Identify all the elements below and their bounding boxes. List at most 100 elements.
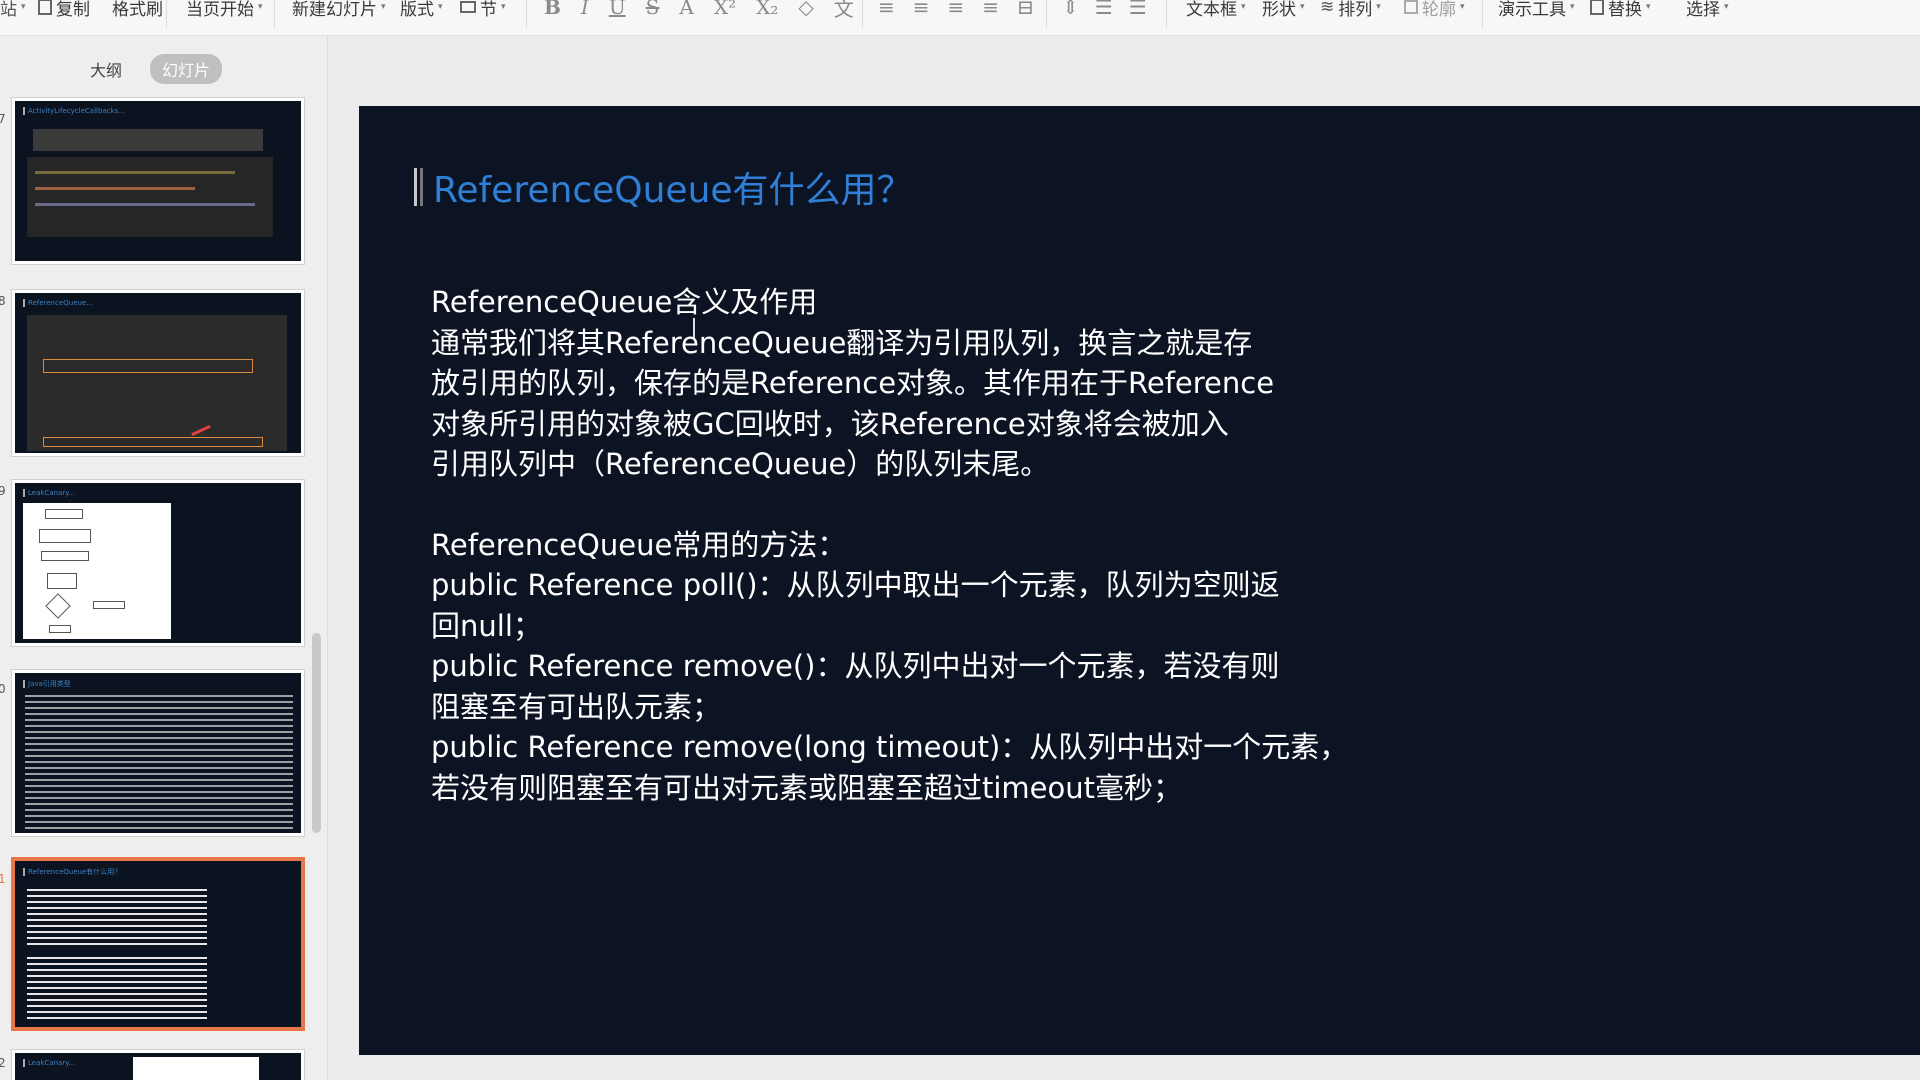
thumb-title: LeakCanary... [23, 1059, 75, 1067]
select-button[interactable]: 选择 ▾ [1686, 0, 1729, 20]
chevron-down-icon: ▾ [1724, 2, 1729, 12]
italic-button[interactable]: I [581, 0, 589, 19]
new-slide-button[interactable]: 新建幻灯片 ▾ [292, 0, 386, 20]
align-center-icon[interactable]: ≡ [913, 0, 930, 19]
section-button[interactable]: 节 ▾ [460, 0, 506, 20]
flow-box [93, 601, 125, 609]
align-right-icon[interactable]: ≡ [948, 0, 965, 19]
present-tools-button[interactable]: 演示工具 ▾ [1498, 0, 1575, 20]
flow-box [49, 625, 71, 633]
code-block [27, 157, 273, 237]
body-line: public Reference remove(long timeout)：从队… [431, 730, 1349, 764]
ribbon-toolbar: 站 ▾ 复制 格式刷 当页开始 ▾ 新建幻灯片 ▾ 版式 ▾ 节 ▾ B I U S A … [0, 0, 1920, 36]
slide-number: 9 [0, 484, 6, 498]
justify-icon[interactable]: ≡ [982, 0, 999, 19]
thumb-title: ReferenceQueue... [23, 299, 93, 307]
thumb-title: ActivityLifecycleCallbacks... [23, 107, 125, 115]
bullet-list-icon[interactable]: ☰ [1095, 0, 1113, 19]
thumb-title: ReferenceQueue有什么用？ [23, 867, 121, 877]
body-line: 若没有则阻塞至有可出对元素或阻塞至超过timeout毫秒； [431, 770, 1183, 805]
text-cursor [693, 318, 695, 338]
shape-button[interactable]: 形状 ▾ [1262, 0, 1305, 20]
slide-title[interactable]: ReferenceQueue有什么用？ [414, 161, 913, 213]
tab-outline[interactable]: 大纲 [78, 54, 134, 84]
layout-button[interactable]: 版式 ▾ [400, 0, 443, 20]
paste-dropdown[interactable]: 站 ▾ [0, 0, 26, 20]
body-line: ReferenceQueue常用的方法： [431, 527, 847, 562]
chevron-down-icon: ▾ [1376, 2, 1381, 12]
font-color-button[interactable]: A [679, 0, 693, 19]
slide-thumbnail-panel: 大纲 幻灯片 7 ActivityLifecycleCallbacks... 8… [0, 36, 328, 1080]
code-line [35, 187, 195, 190]
thumb-title: Java引用类型 [23, 679, 71, 689]
format-painter-button[interactable]: 格式刷 [112, 0, 163, 20]
font-format-group: B I U S A X² X₂ ◇ 文 [544, 0, 854, 22]
text-lines [25, 695, 293, 831]
slide-number: 7 [0, 112, 6, 126]
subscript-button[interactable]: X₂ [756, 0, 778, 19]
body-line: 对象所引用的对象被GC回收时，该Reference对象将会被加入 [431, 406, 1229, 441]
slide-thumbnail-9[interactable]: LeakCanary... [12, 480, 304, 646]
slide-thumbnail-10[interactable]: Java引用类型 [12, 670, 304, 836]
section-icon [460, 1, 476, 13]
view-tabs: 大纲 幻灯片 [78, 54, 223, 84]
line-spacing-icon[interactable]: ⇕ [1062, 0, 1079, 19]
superscript-button[interactable]: X² [714, 0, 736, 19]
bold-button[interactable]: B [544, 0, 561, 19]
phonetic-icon[interactable]: 文 [834, 0, 854, 22]
slide-body-textbox[interactable]: ReferenceQueue含义及作用 通常我们将其ReferenceQueue… [431, 282, 1371, 808]
text-lines [27, 889, 207, 947]
outline-icon [1404, 0, 1418, 14]
slide-title-text: ReferenceQueue有什么用？ [433, 170, 913, 211]
flow-box [41, 551, 89, 561]
replace-icon [1590, 0, 1604, 15]
underline-button[interactable]: U [609, 0, 626, 19]
diagram-image [133, 1057, 259, 1080]
chevron-down-icon: ▾ [501, 2, 506, 12]
body-line: 通常我们将其ReferenceQueue翻译为引用队列，换言之就是存 [431, 325, 1253, 360]
slide-thumbnail-8[interactable]: ReferenceQueue... [12, 290, 304, 456]
distributed-icon[interactable]: ⊟ [1017, 0, 1034, 19]
code-block [33, 129, 263, 151]
body-line: 放引用的队列，保存的是Reference对象。其作用在于Reference [431, 366, 1275, 400]
chevron-down-icon: ▾ [1570, 2, 1575, 12]
chevron-down-icon: ▾ [1460, 2, 1465, 12]
slide-number: 0 [0, 682, 6, 696]
copy-button[interactable]: 复制 [38, 0, 90, 20]
from-current-button[interactable]: 当页开始 ▾ [186, 0, 263, 20]
replace-button[interactable]: 替换 ▾ [1590, 0, 1651, 20]
thumbnail-scrollbar[interactable] [312, 633, 321, 833]
chevron-down-icon: ▾ [1646, 2, 1651, 12]
slide-thumbnail-11[interactable]: ReferenceQueue有什么用？ [12, 858, 304, 1030]
highlight-box [43, 437, 263, 447]
text-lines [27, 957, 207, 1021]
arrange-button[interactable]: ≋ 排列 ▾ [1320, 0, 1381, 20]
slide-canvas[interactable]: ReferenceQueue有什么用？ ReferenceQueue含义及作用 … [359, 106, 1920, 1055]
flowchart-image [23, 503, 171, 639]
chevron-down-icon: ▾ [1300, 2, 1305, 12]
flow-diamond [45, 593, 71, 619]
align-group: ≡ ≡ ≡ ≡ ⊟ [878, 0, 1034, 20]
code-line [35, 203, 255, 206]
strikethrough-button[interactable]: S [646, 0, 660, 19]
slide-thumbnail-12[interactable]: LeakCanary... [12, 1050, 304, 1080]
list-group: ⇕ ☰ ☰ [1062, 0, 1147, 20]
code-block [27, 315, 287, 451]
slide-number: 8 [0, 294, 6, 308]
body-line: ReferenceQueue含义及作用 [431, 285, 818, 319]
tab-slides[interactable]: 幻灯片 [150, 54, 223, 84]
outline-button[interactable]: 轮廓 ▾ [1404, 0, 1465, 20]
slide-thumbnail-7[interactable]: ActivityLifecycleCallbacks... [12, 98, 304, 264]
slide-number: 1 [0, 872, 6, 886]
body-line: 阻塞至有可出队元素； [431, 689, 722, 724]
body-line: public Reference remove()：从队列中出对一个元素，若没有… [431, 649, 1280, 683]
slide-number: 2 [0, 1056, 6, 1070]
chevron-down-icon: ▾ [381, 2, 386, 12]
body-line: public Reference poll()：从队列中取出一个元素，队列为空则… [431, 568, 1280, 602]
numbered-list-icon[interactable]: ☰ [1129, 0, 1147, 19]
arrange-icon: ≋ [1320, 0, 1335, 17]
align-left-icon[interactable]: ≡ [878, 0, 895, 19]
textbox-button[interactable]: 文本框 ▾ [1186, 0, 1246, 20]
eraser-icon[interactable]: ◇ [798, 0, 813, 19]
